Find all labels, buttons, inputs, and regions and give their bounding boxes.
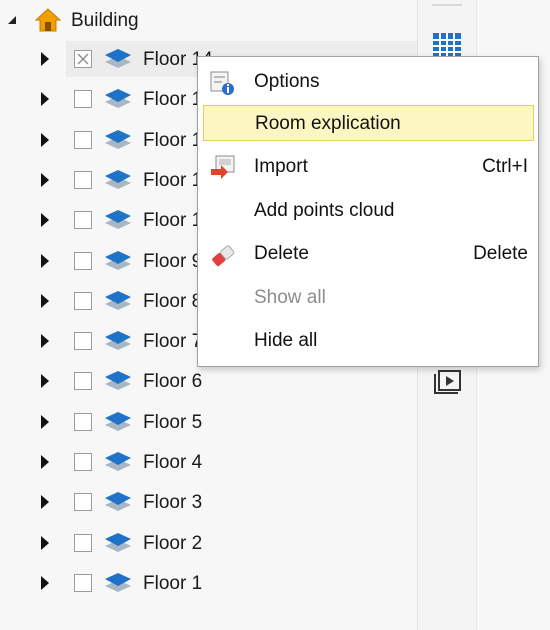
layers-icon: [105, 49, 131, 68]
home-icon: [34, 8, 62, 32]
floor-visibility-checkbox[interactable]: [74, 534, 92, 552]
floor-label: Floor 4: [143, 452, 203, 473]
floor-label: Floor 5: [143, 412, 203, 433]
layers-icon: [105, 89, 131, 108]
floor-label: Floor 9: [143, 251, 203, 272]
floor-visibility-checkbox[interactable]: [74, 211, 92, 229]
floor-label: Floor 2: [143, 533, 203, 554]
expand-arrow-icon[interactable]: [41, 576, 49, 590]
menu-item-label: Options: [254, 71, 320, 92]
expand-arrow-icon[interactable]: [41, 334, 49, 348]
layers-icon: [105, 331, 131, 350]
layers-icon: [105, 210, 131, 229]
expand-arrow-icon[interactable]: [41, 52, 49, 66]
expand-arrow-icon[interactable]: [41, 294, 49, 308]
menu-item-shortcut: Ctrl+I: [482, 156, 528, 177]
expand-arrow-icon[interactable]: [41, 374, 49, 388]
options-icon: [210, 71, 234, 95]
floor-label: Floor 8: [143, 291, 203, 312]
menu-item-add-points-cloud[interactable]: Add points cloud: [203, 193, 534, 229]
layers-icon: [105, 573, 131, 592]
expand-arrow-icon[interactable]: [41, 254, 49, 268]
layers-icon: [105, 371, 131, 390]
menu-item-label: Add points cloud: [254, 200, 395, 221]
import-icon: [211, 155, 235, 179]
floor-visibility-checkbox[interactable]: [74, 90, 92, 108]
layers-icon: [105, 130, 131, 149]
tree-item-floor[interactable]: Floor 3: [0, 484, 417, 520]
expand-arrow-icon[interactable]: [41, 536, 49, 550]
menu-item-label: Show all: [254, 287, 326, 308]
menu-item-label: Import: [254, 156, 308, 177]
floor-visibility-checkbox[interactable]: [74, 574, 92, 592]
menu-item-delete[interactable]: Delete Delete: [203, 236, 534, 272]
layers-icon: [105, 492, 131, 511]
menu-item-label: Hide all: [254, 330, 318, 351]
tree-item-floor[interactable]: Floor 1: [0, 565, 417, 601]
floor-visibility-checkbox[interactable]: [74, 413, 92, 431]
play-frame-icon[interactable]: [432, 368, 462, 396]
expand-arrow-icon[interactable]: [41, 415, 49, 429]
floor-label: Floor 7: [143, 331, 203, 352]
menu-item-hide-all[interactable]: Hide all: [203, 323, 534, 359]
toolbar-top-line: [432, 4, 462, 6]
floor-visibility-checkbox[interactable]: [74, 131, 92, 149]
layers-icon: [105, 412, 131, 431]
menu-item-label: Delete: [254, 243, 309, 264]
expand-arrow-icon[interactable]: [41, 455, 49, 469]
layers-icon: [105, 533, 131, 552]
menu-item-label: Room explication: [255, 113, 401, 134]
tree-item-floor[interactable]: Floor 6: [0, 363, 417, 399]
tree-item-floor[interactable]: Floor 5: [0, 404, 417, 440]
menu-item-show-all: Show all: [203, 280, 534, 316]
expand-arrow-icon[interactable]: [41, 173, 49, 187]
floor-visibility-checkbox[interactable]: [74, 453, 92, 471]
tree-item-floor[interactable]: Floor 4: [0, 444, 417, 480]
layers-icon: [105, 251, 131, 270]
collapse-arrow-icon[interactable]: [8, 16, 16, 24]
expand-arrow-icon[interactable]: [41, 213, 49, 227]
cross-icon: [77, 53, 89, 65]
context-menu: Options Room explication Import Ctrl+I Add p…: [197, 56, 539, 367]
layers-icon: [105, 291, 131, 310]
tree-root-label: Building: [71, 10, 139, 31]
menu-item-options[interactable]: Options: [203, 64, 534, 100]
floor-visibility-checkbox[interactable]: [74, 493, 92, 511]
menu-item-room-explication[interactable]: Room explication: [203, 105, 534, 141]
expand-arrow-icon[interactable]: [41, 495, 49, 509]
menu-item-shortcut: Delete: [473, 243, 528, 264]
floor-label: Floor 6: [143, 371, 203, 392]
floor-visibility-checkbox[interactable]: [74, 332, 92, 350]
expand-arrow-icon[interactable]: [41, 92, 49, 106]
tree-item-floor[interactable]: Floor 2: [0, 525, 417, 561]
floor-visibility-checkbox[interactable]: [74, 252, 92, 270]
floor-visibility-checkbox[interactable]: [74, 292, 92, 310]
layers-icon: [105, 170, 131, 189]
floor-visibility-checkbox[interactable]: [74, 372, 92, 390]
expand-arrow-icon[interactable]: [41, 133, 49, 147]
layers-icon: [105, 452, 131, 471]
floor-label: Floor 3: [143, 492, 203, 513]
floor-label: Floor 1: [143, 573, 203, 594]
eraser-icon: [212, 245, 235, 267]
floor-visibility-checkbox[interactable]: [74, 171, 92, 189]
floor-visibility-checkbox[interactable]: [74, 50, 92, 68]
menu-item-import[interactable]: Import Ctrl+I: [203, 149, 534, 185]
tree-root-building[interactable]: Building: [0, 2, 417, 38]
